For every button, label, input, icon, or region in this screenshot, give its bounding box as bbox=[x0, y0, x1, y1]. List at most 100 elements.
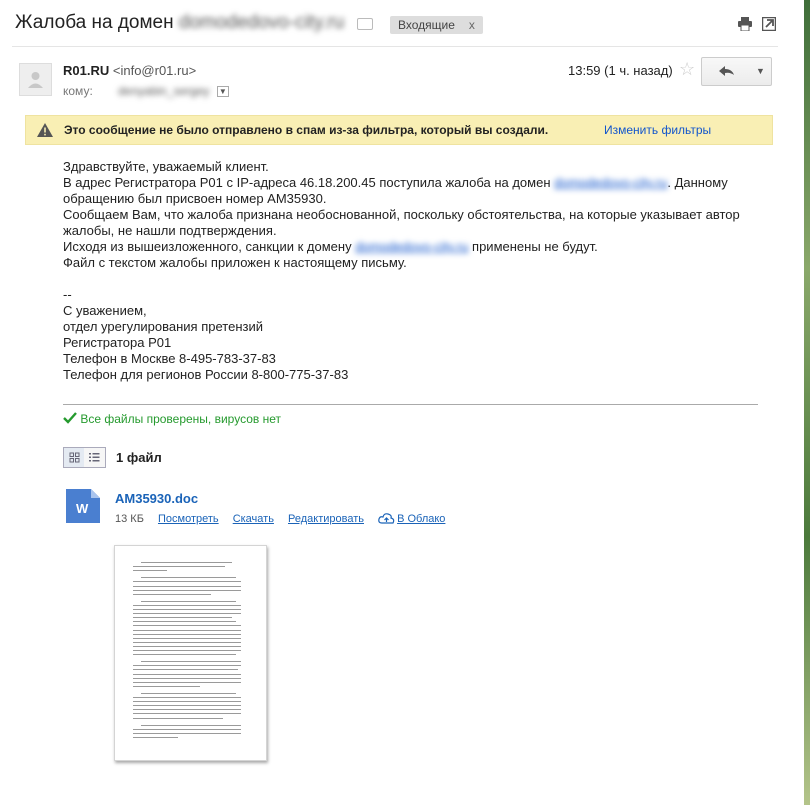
grid-view-toggle[interactable] bbox=[63, 447, 86, 468]
preview-text-line bbox=[141, 600, 236, 602]
edit-filters-link[interactable]: Изменить фильтры bbox=[604, 116, 711, 144]
inbox-label-text: Входящие bbox=[398, 18, 455, 32]
view-attachment-link[interactable]: Посмотреть bbox=[158, 513, 219, 525]
preview-text-line bbox=[133, 566, 225, 568]
body-line: жалобы, не нашли подтверждения. bbox=[63, 223, 277, 238]
signature-dash: -- bbox=[63, 287, 72, 302]
avatar bbox=[19, 63, 52, 96]
reply-arrow-icon bbox=[719, 66, 734, 76]
body-text-fragment: Исходя из вышеизложенного, санкции к дом… bbox=[63, 239, 356, 254]
print-icon[interactable] bbox=[738, 17, 752, 31]
recipient-redacted: denyabin_sergey bbox=[118, 84, 210, 98]
message-time: 13:59 (1 ч. назад) bbox=[568, 63, 673, 78]
body-line: В адрес Регистратора Р01 с IP-адреса 46.… bbox=[63, 175, 783, 191]
svg-text:W: W bbox=[76, 501, 89, 516]
signature-line: отдел урегулирования претензий bbox=[63, 319, 263, 334]
word-document-icon[interactable]: W bbox=[66, 489, 100, 523]
preview-text-line bbox=[133, 673, 241, 675]
header-divider bbox=[12, 46, 778, 47]
to-label: кому: bbox=[63, 84, 93, 98]
attachment-preview-thumbnail[interactable] bbox=[114, 545, 267, 761]
star-icon[interactable]: ☆ bbox=[679, 59, 695, 80]
list-icon bbox=[89, 453, 100, 462]
preview-text-line bbox=[133, 633, 241, 635]
preview-text-line bbox=[141, 577, 236, 579]
desktop-background-edge bbox=[804, 0, 810, 805]
signature-line: Телефон для регионов России 8-800-775-37… bbox=[63, 367, 349, 382]
body-line: обращению был присвоен номер AM35930. bbox=[63, 191, 327, 206]
recipient-line: кому: denyabin_sergey ▼ bbox=[63, 84, 229, 98]
preview-text-line bbox=[133, 637, 241, 639]
cloud-upload-icon[interactable] bbox=[378, 512, 395, 525]
preview-text-line bbox=[133, 709, 241, 711]
attachments-divider bbox=[63, 404, 758, 405]
warning-icon bbox=[37, 123, 53, 137]
attachments-count: 1 файл bbox=[116, 450, 162, 465]
preview-text-line bbox=[133, 593, 211, 595]
new-window-icon[interactable] bbox=[762, 17, 776, 31]
details-dropdown-icon[interactable]: ▼ bbox=[216, 86, 229, 98]
chevron-down-icon: ▼ bbox=[756, 66, 765, 76]
preview-text-line bbox=[133, 732, 241, 734]
message-body: Здравствуйте, уважаемый клиент. В адрес … bbox=[63, 159, 783, 383]
label-tag-icon[interactable] bbox=[357, 18, 373, 30]
list-view-toggle[interactable] bbox=[84, 447, 106, 468]
inbox-label-chip[interactable]: Входящие x bbox=[390, 16, 483, 34]
preview-text-line bbox=[133, 677, 241, 679]
preview-text-line bbox=[133, 581, 241, 583]
body-text-fragment: . Данному bbox=[667, 175, 728, 190]
preview-text-line bbox=[133, 654, 236, 656]
preview-text-line bbox=[133, 665, 241, 667]
virus-check-status: Все файлы проверены, вирусов нет bbox=[63, 412, 281, 426]
person-icon bbox=[28, 72, 43, 88]
preview-text-line bbox=[133, 629, 241, 631]
download-attachment-link[interactable]: Скачать bbox=[233, 513, 274, 525]
preview-text-line bbox=[133, 650, 241, 651]
sender-email: <info@r01.ru> bbox=[112, 63, 197, 78]
warning-text: Это сообщение не было отправлено в спам … bbox=[64, 123, 549, 137]
preview-text-line bbox=[133, 717, 223, 719]
signature-line: С уважением, bbox=[63, 303, 147, 318]
email-view: Жалоба на домен domodedovo-city.ru Входя… bbox=[0, 0, 804, 805]
preview-text-line bbox=[133, 604, 241, 606]
preview-text-line bbox=[141, 661, 241, 663]
subject-domain-redacted: domodedovo-city.ru bbox=[178, 12, 345, 33]
more-actions-button[interactable]: ▼ bbox=[750, 57, 772, 86]
body-line: Файл с текстом жалобы приложен к настоящ… bbox=[63, 255, 407, 270]
preview-text-line bbox=[133, 613, 241, 615]
remove-label-button[interactable]: x bbox=[469, 18, 475, 32]
attachment-filename[interactable]: AM35930.doc bbox=[115, 491, 198, 506]
signature-line: Регистратора Р01 bbox=[63, 335, 172, 350]
preview-text-line bbox=[133, 681, 241, 683]
preview-text-line bbox=[133, 705, 241, 707]
save-to-cloud-link[interactable]: В Облако bbox=[397, 513, 445, 525]
email-subject: Жалоба на домен domodedovo-city.ru bbox=[15, 12, 344, 34]
body-line: Здравствуйте, уважаемый клиент. bbox=[63, 159, 269, 174]
attachment-actions: 13 КБ Посмотреть Скачать Редактировать В… bbox=[115, 512, 445, 525]
preview-text-line bbox=[133, 701, 241, 703]
preview-text-line bbox=[133, 625, 241, 627]
preview-text-line bbox=[133, 736, 178, 738]
preview-text-line bbox=[141, 692, 236, 694]
edit-attachment-link[interactable]: Редактировать bbox=[288, 513, 364, 525]
grid-icon bbox=[69, 452, 80, 463]
preview-text-line bbox=[133, 669, 238, 671]
signature-line: Телефон в Москве 8-495-783-37-83 bbox=[63, 351, 276, 366]
body-spacer bbox=[63, 271, 783, 287]
virus-check-text: Все файлы проверены, вирусов нет bbox=[80, 412, 281, 426]
domain-link[interactable]: domodedovo-city.ru bbox=[554, 175, 667, 190]
filter-warning-banner: Это сообщение не было отправлено в спам … bbox=[25, 115, 773, 145]
preview-text-line bbox=[133, 621, 236, 623]
subject-prefix: Жалоба на домен bbox=[15, 12, 179, 33]
preview-text-line bbox=[141, 724, 241, 726]
body-line: Сообщаем Вам, что жалоба признана необос… bbox=[63, 207, 740, 222]
preview-text-line bbox=[133, 728, 241, 730]
domain-link[interactable]: domodedovo-city.ru bbox=[355, 239, 468, 254]
sender-name: R01.RU bbox=[63, 63, 110, 78]
reply-button[interactable] bbox=[701, 57, 752, 86]
body-text-fragment: В адрес Регистратора Р01 с IP-адреса 46.… bbox=[63, 175, 555, 190]
preview-text-line bbox=[133, 685, 200, 687]
attachment-size: 13 КБ bbox=[115, 513, 144, 525]
preview-text-line bbox=[133, 589, 241, 591]
sender[interactable]: R01.RU <info@r01.ru> bbox=[63, 63, 196, 78]
